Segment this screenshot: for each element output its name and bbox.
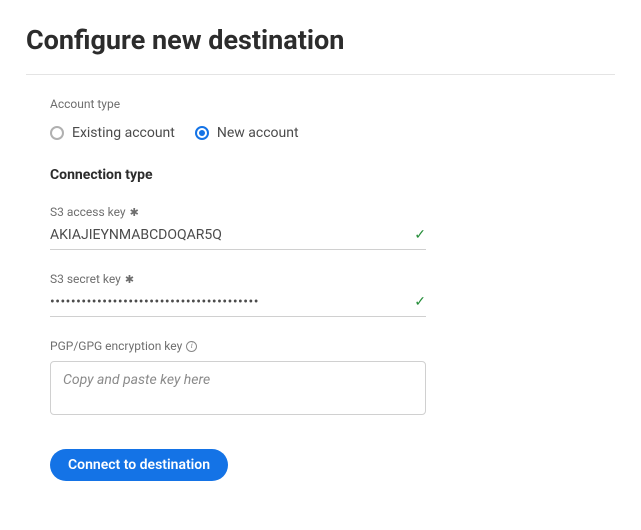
field-label-row: S3 access key ✱ [50,205,426,219]
field-label-row: PGP/GPG encryption key i [50,339,426,353]
pgp-key-field: PGP/GPG encryption key i [50,339,426,419]
connection-type-heading: Connection type [50,167,615,183]
title-divider [26,74,615,75]
pgp-key-textarea[interactable] [50,361,426,415]
radio-label: New account [217,125,299,141]
checkmark-icon: ✓ [414,228,426,242]
input-wrap: ✓ [50,294,426,317]
page-title: Configure new destination [26,24,615,56]
field-label: S3 secret key [50,272,121,286]
s3-secret-key-field: S3 secret key ✱ ✓ [50,272,426,317]
required-asterisk-icon: ✱ [125,273,134,286]
required-asterisk-icon: ✱ [130,206,139,219]
field-label: S3 access key [50,205,126,219]
connect-to-destination-button[interactable]: Connect to destination [50,449,228,481]
field-label: PGP/GPG encryption key [50,339,182,353]
radio-existing-account[interactable]: Existing account [50,125,175,141]
s3-access-key-field: S3 access key ✱ ✓ [50,205,426,250]
account-type-label: Account type [50,97,615,111]
destination-form: Account type Existing account New accoun… [26,97,615,481]
s3-access-key-input[interactable] [50,227,396,243]
radio-new-account[interactable]: New account [195,125,299,141]
info-icon[interactable]: i [186,341,197,352]
configure-destination-page: Configure new destination Account type E… [0,0,641,505]
radio-label: Existing account [72,125,175,141]
checkmark-icon: ✓ [414,295,426,309]
s3-secret-key-input[interactable] [50,294,396,310]
field-label-row: S3 secret key ✱ [50,272,426,286]
input-wrap: ✓ [50,227,426,250]
account-type-radio-group: Existing account New account [50,125,615,141]
radio-icon [195,126,209,140]
radio-icon [50,126,64,140]
